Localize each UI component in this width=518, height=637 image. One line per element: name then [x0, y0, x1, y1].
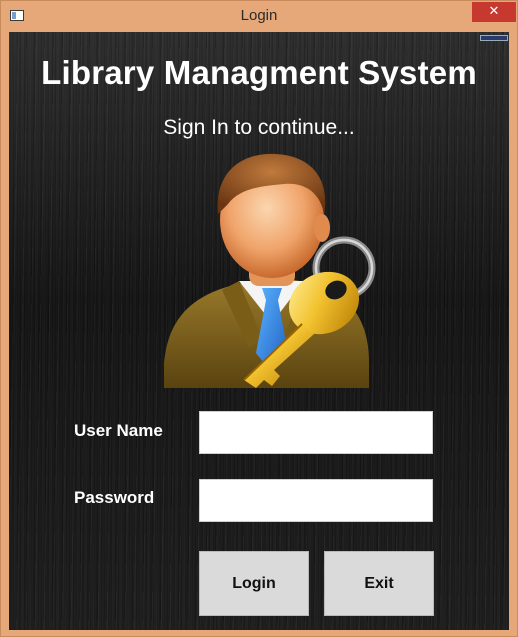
password-label: Password [74, 488, 155, 507]
window-title: Login [240, 7, 278, 24]
title-bar[interactable]: Login ✕ [1, 1, 517, 31]
exit-button[interactable]: Exit [324, 551, 434, 616]
login-panel: Library Managment System Sign In to cont… [9, 32, 509, 630]
app-title: Library Managment System [41, 54, 477, 91]
login-window: Login ✕ Library Managment System Sign In… [0, 0, 518, 637]
password-input[interactable] [199, 479, 433, 522]
corner-badge [480, 35, 508, 41]
user-key-icon [164, 153, 376, 388]
username-label: User Name [74, 421, 163, 440]
sign-in-subtitle: Sign In to continue... [163, 116, 355, 139]
close-button[interactable]: ✕ [472, 2, 516, 22]
login-button[interactable]: Login [199, 551, 309, 616]
username-input[interactable] [199, 411, 433, 454]
